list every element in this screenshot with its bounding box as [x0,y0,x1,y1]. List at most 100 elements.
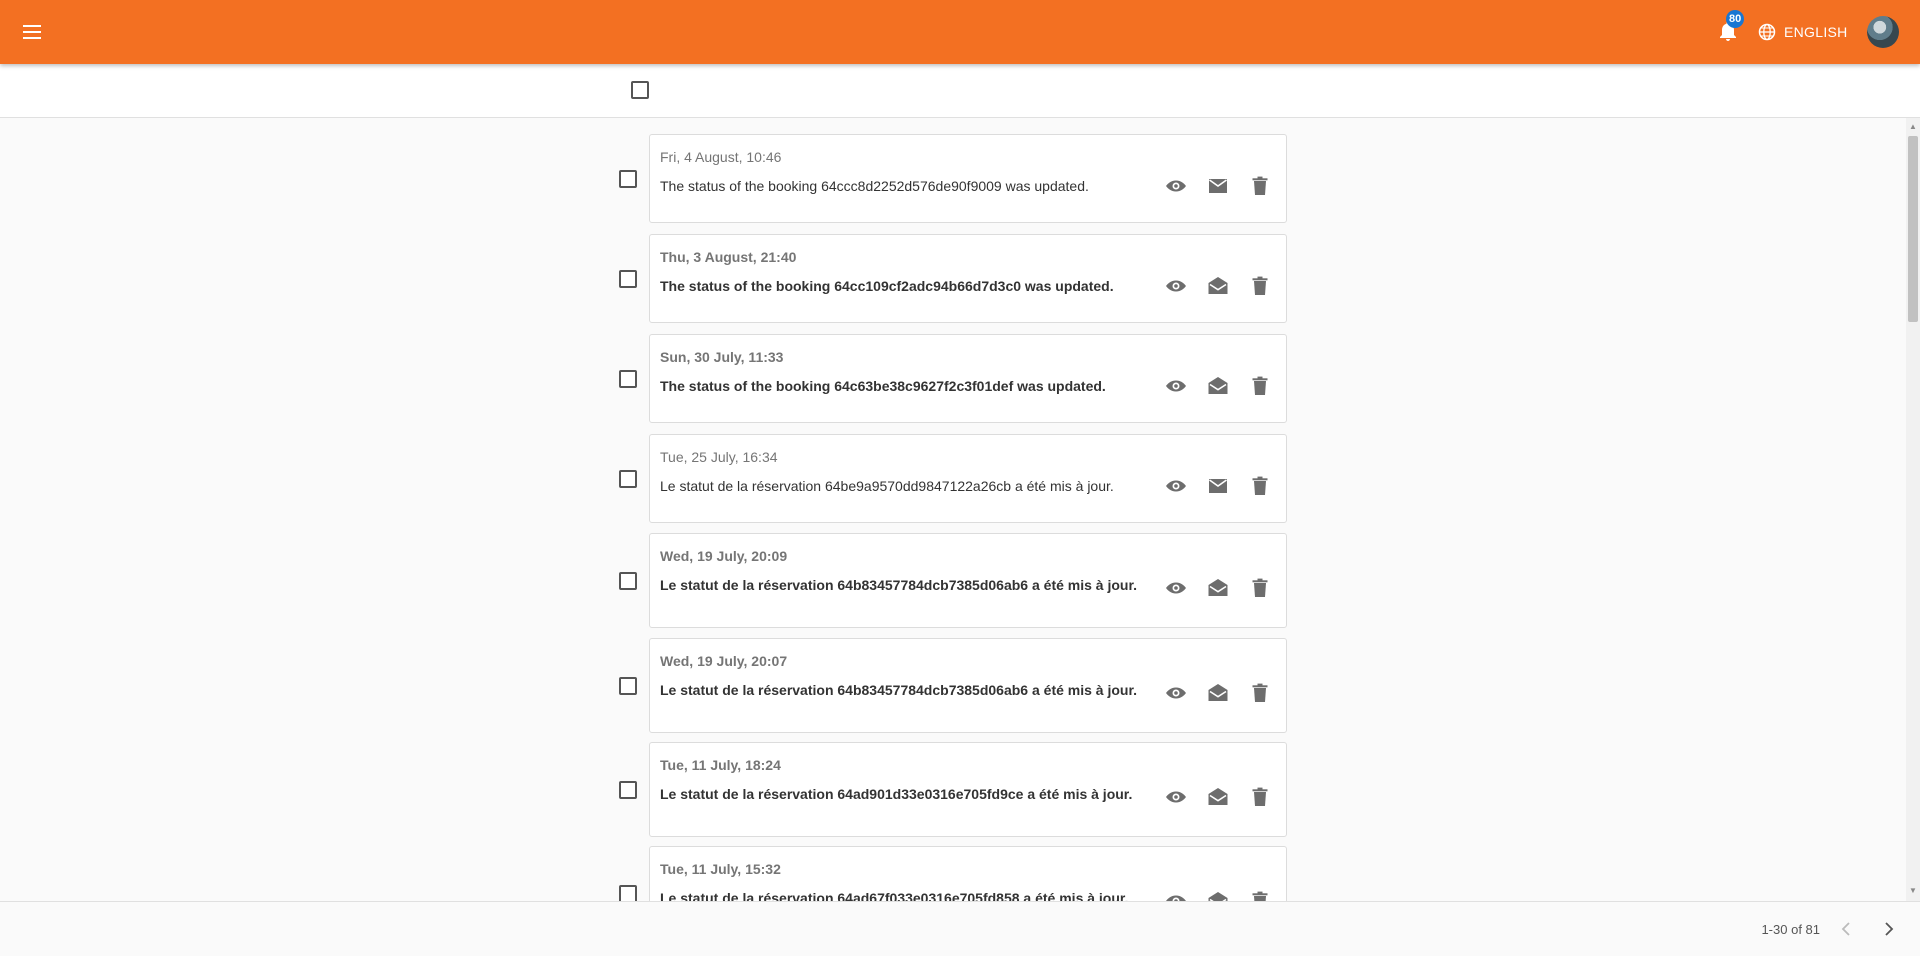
mark-unread-button[interactable] [1206,176,1230,200]
app-bar: 80 ENGLISH [0,0,1920,64]
trash-icon [1248,785,1272,814]
notification-message: The status of the booking 64ccc8d2252d57… [660,178,1089,194]
mail-open-icon [1206,889,1230,901]
notification-checkbox[interactable] [619,170,637,188]
notification-date: Tue, 25 July, 16:34 [660,449,778,465]
eye-icon [1164,474,1188,503]
mark-unread-button[interactable] [1206,476,1230,500]
eye-icon [1164,681,1188,710]
notification-card[interactable]: Thu, 3 August, 21:40 The status of the bo… [649,234,1287,323]
notification-actions [1164,476,1272,500]
mark-read-button[interactable] [1206,683,1230,707]
notification-message: The status of the booking 64cc109cf2adc9… [660,278,1114,294]
notification-message: Le statut de la réservation 64b83457784d… [660,577,1138,593]
view-button[interactable] [1164,683,1188,707]
notification-actions [1164,578,1272,602]
mark-read-button[interactable] [1206,578,1230,602]
notification-row: Sun, 30 July, 11:33 The status of the boo… [0,334,1906,423]
delete-button[interactable] [1248,683,1272,707]
language-selector[interactable]: ENGLISH [1758,20,1848,44]
mail-open-icon [1206,681,1230,710]
list-toolbar [0,64,1920,118]
notification-date: Thu, 3 August, 21:40 [660,249,797,265]
notification-row: Fri, 4 August, 10:46 The status of the bo… [0,134,1906,223]
notification-message: Le statut de la réservation 64b83457784d… [660,682,1138,698]
notification-row: Tue, 25 July, 16:34 Le statut de la réser… [0,434,1906,523]
user-avatar[interactable] [1867,16,1899,48]
delete-button[interactable] [1248,176,1272,200]
mark-read-button[interactable] [1206,276,1230,300]
notification-card[interactable]: Tue, 11 July, 15:32 Le statut de la réser… [649,846,1287,901]
notification-date: Tue, 11 July, 18:24 [660,757,781,773]
notification-card[interactable]: Wed, 19 July, 20:07 Le statut de la réser… [649,638,1287,733]
delete-button[interactable] [1248,787,1272,811]
notification-checkbox[interactable] [619,470,637,488]
mark-read-button[interactable] [1206,787,1230,811]
notification-actions [1164,176,1272,200]
delete-button[interactable] [1248,276,1272,300]
trash-icon [1248,681,1272,710]
chevron-right-icon [1885,922,1894,936]
eye-icon [1164,174,1188,203]
view-button[interactable] [1164,376,1188,400]
eye-icon [1164,785,1188,814]
notification-actions [1164,376,1272,400]
eye-icon [1164,374,1188,403]
mail-open-icon [1206,576,1230,605]
notification-checkbox[interactable] [619,885,637,901]
view-button[interactable] [1164,276,1188,300]
notification-checkbox[interactable] [619,677,637,695]
notification-card[interactable]: Tue, 11 July, 18:24 Le statut de la réser… [649,742,1287,837]
menu-button[interactable] [16,16,48,48]
view-button[interactable] [1164,476,1188,500]
notification-message: Le statut de la réservation 64ad901d33e0… [660,786,1133,802]
notification-row: Tue, 11 July, 18:24 Le statut de la réser… [0,742,1906,837]
mark-read-button[interactable] [1206,376,1230,400]
view-button[interactable] [1164,578,1188,602]
mark-read-button[interactable] [1206,891,1230,901]
notification-actions [1164,683,1272,707]
scrollbar-thumb[interactable] [1908,136,1918,322]
view-button[interactable] [1164,176,1188,200]
eye-icon [1164,576,1188,605]
notification-message: Le statut de la réservation 64be9a9570dd… [660,478,1114,494]
notification-list: Fri, 4 August, 10:46 The status of the bo… [0,118,1906,901]
notification-checkbox[interactable] [619,572,637,590]
pagination-bar: 1-30 of 81 [0,901,1920,956]
language-label: ENGLISH [1784,24,1848,40]
notification-checkbox[interactable] [619,370,637,388]
notification-date: Fri, 4 August, 10:46 [660,149,782,165]
delete-button[interactable] [1248,891,1272,901]
notification-message: The status of the booking 64c63be38c9627… [660,378,1106,394]
notification-checkbox[interactable] [619,781,637,799]
view-button[interactable] [1164,891,1188,901]
trash-icon [1248,889,1272,901]
select-all-checkbox[interactable] [631,81,649,99]
pagination-range: 1-30 of 81 [1761,922,1820,937]
trash-icon [1248,174,1272,203]
notification-card[interactable]: Tue, 25 July, 16:34 Le statut de la réser… [649,434,1287,523]
mail-open-icon [1206,785,1230,814]
notification-date: Wed, 19 July, 20:09 [660,548,788,564]
trash-icon [1248,474,1272,503]
notification-row: Tue, 11 July, 15:32 Le statut de la réser… [0,846,1906,901]
delete-button[interactable] [1248,578,1272,602]
previous-page-button[interactable] [1834,917,1858,941]
notification-date: Wed, 19 July, 20:07 [660,653,788,669]
notification-card[interactable]: Fri, 4 August, 10:46 The status of the bo… [649,134,1287,223]
notification-row: Wed, 19 July, 20:07 Le statut de la réser… [0,638,1906,733]
notification-card[interactable]: Sun, 30 July, 11:33 The status of the boo… [649,334,1287,423]
mail-open-icon [1206,374,1230,403]
delete-button[interactable] [1248,376,1272,400]
notification-card[interactable]: Wed, 19 July, 20:09 Le statut de la réser… [649,533,1287,628]
delete-button[interactable] [1248,476,1272,500]
view-button[interactable] [1164,787,1188,811]
scroll-down-arrow[interactable]: ▼ [1908,886,1918,896]
chevron-left-icon [1841,922,1850,936]
scroll-up-arrow[interactable]: ▲ [1908,122,1918,132]
mail-icon [1206,474,1230,503]
next-page-button[interactable] [1877,917,1901,941]
notification-checkbox[interactable] [619,270,637,288]
trash-icon [1248,576,1272,605]
notification-actions [1164,787,1272,811]
